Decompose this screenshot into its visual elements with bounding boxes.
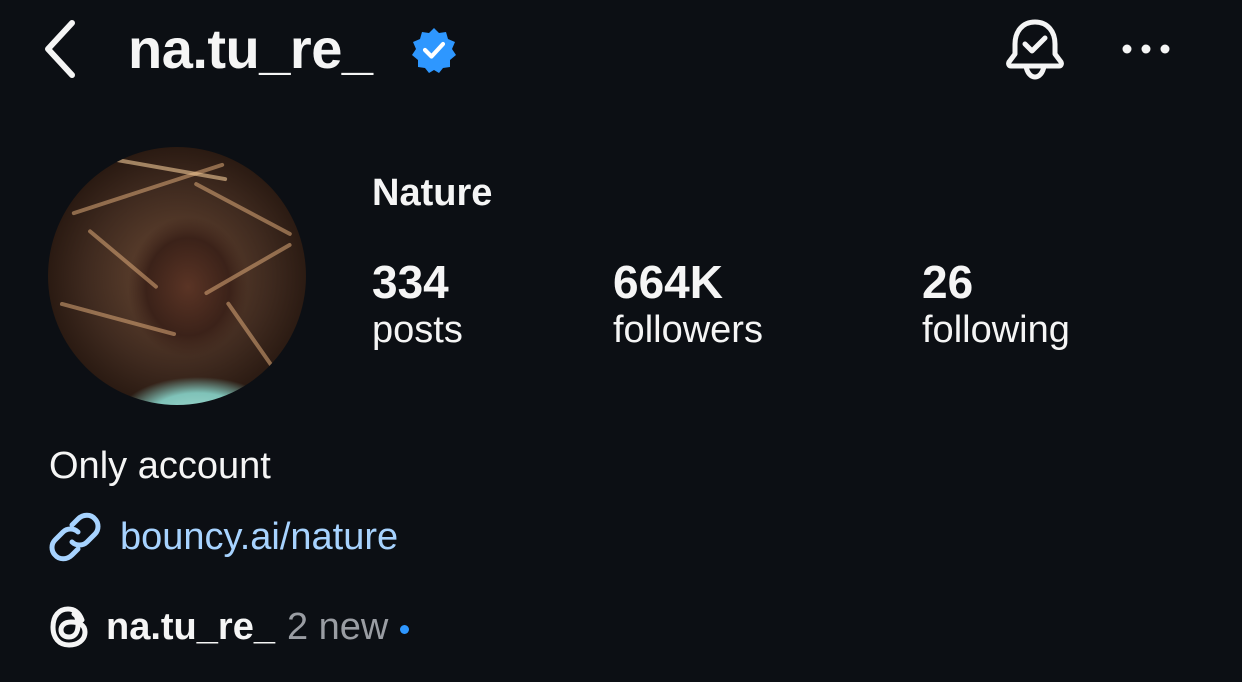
profile-display-name: Nature — [372, 172, 493, 214]
threads-badge[interactable]: na.tu_re_ 2 new — [48, 600, 410, 654]
link-icon — [49, 512, 101, 562]
threads-new-count: 2 new — [286, 606, 389, 648]
profile-avatar[interactable] — [48, 147, 306, 405]
profile-link[interactable]: bouncy.ai/nature — [48, 510, 398, 564]
following-label: following — [922, 309, 1070, 351]
bell-check-icon — [1006, 19, 1064, 80]
more-horizontal-icon — [1122, 44, 1170, 54]
posts-count: 334 — [372, 256, 449, 308]
link-text: bouncy.ai/nature — [120, 516, 399, 558]
followers-label: followers — [613, 309, 763, 351]
new-indicator-dot — [400, 624, 410, 634]
threads-handle: na.tu_re_ — [106, 606, 275, 648]
following-count: 26 — [922, 256, 974, 308]
posts-stat[interactable]: 334 posts — [372, 255, 463, 353]
notifications-button[interactable] — [1000, 14, 1070, 84]
following-stat[interactable]: 26 following — [922, 255, 1070, 353]
chevron-left-icon — [45, 20, 75, 78]
profile-bio: Only account — [49, 445, 271, 487]
threads-icon — [50, 606, 88, 648]
followers-count: 664K — [613, 256, 723, 308]
posts-label: posts — [372, 309, 463, 351]
back-button[interactable] — [30, 14, 90, 84]
more-options-button[interactable] — [1110, 24, 1182, 74]
followers-stat[interactable]: 664K followers — [613, 255, 763, 353]
profile-username: na.tu_re_ — [128, 17, 373, 80]
verified-badge-icon — [410, 26, 458, 74]
